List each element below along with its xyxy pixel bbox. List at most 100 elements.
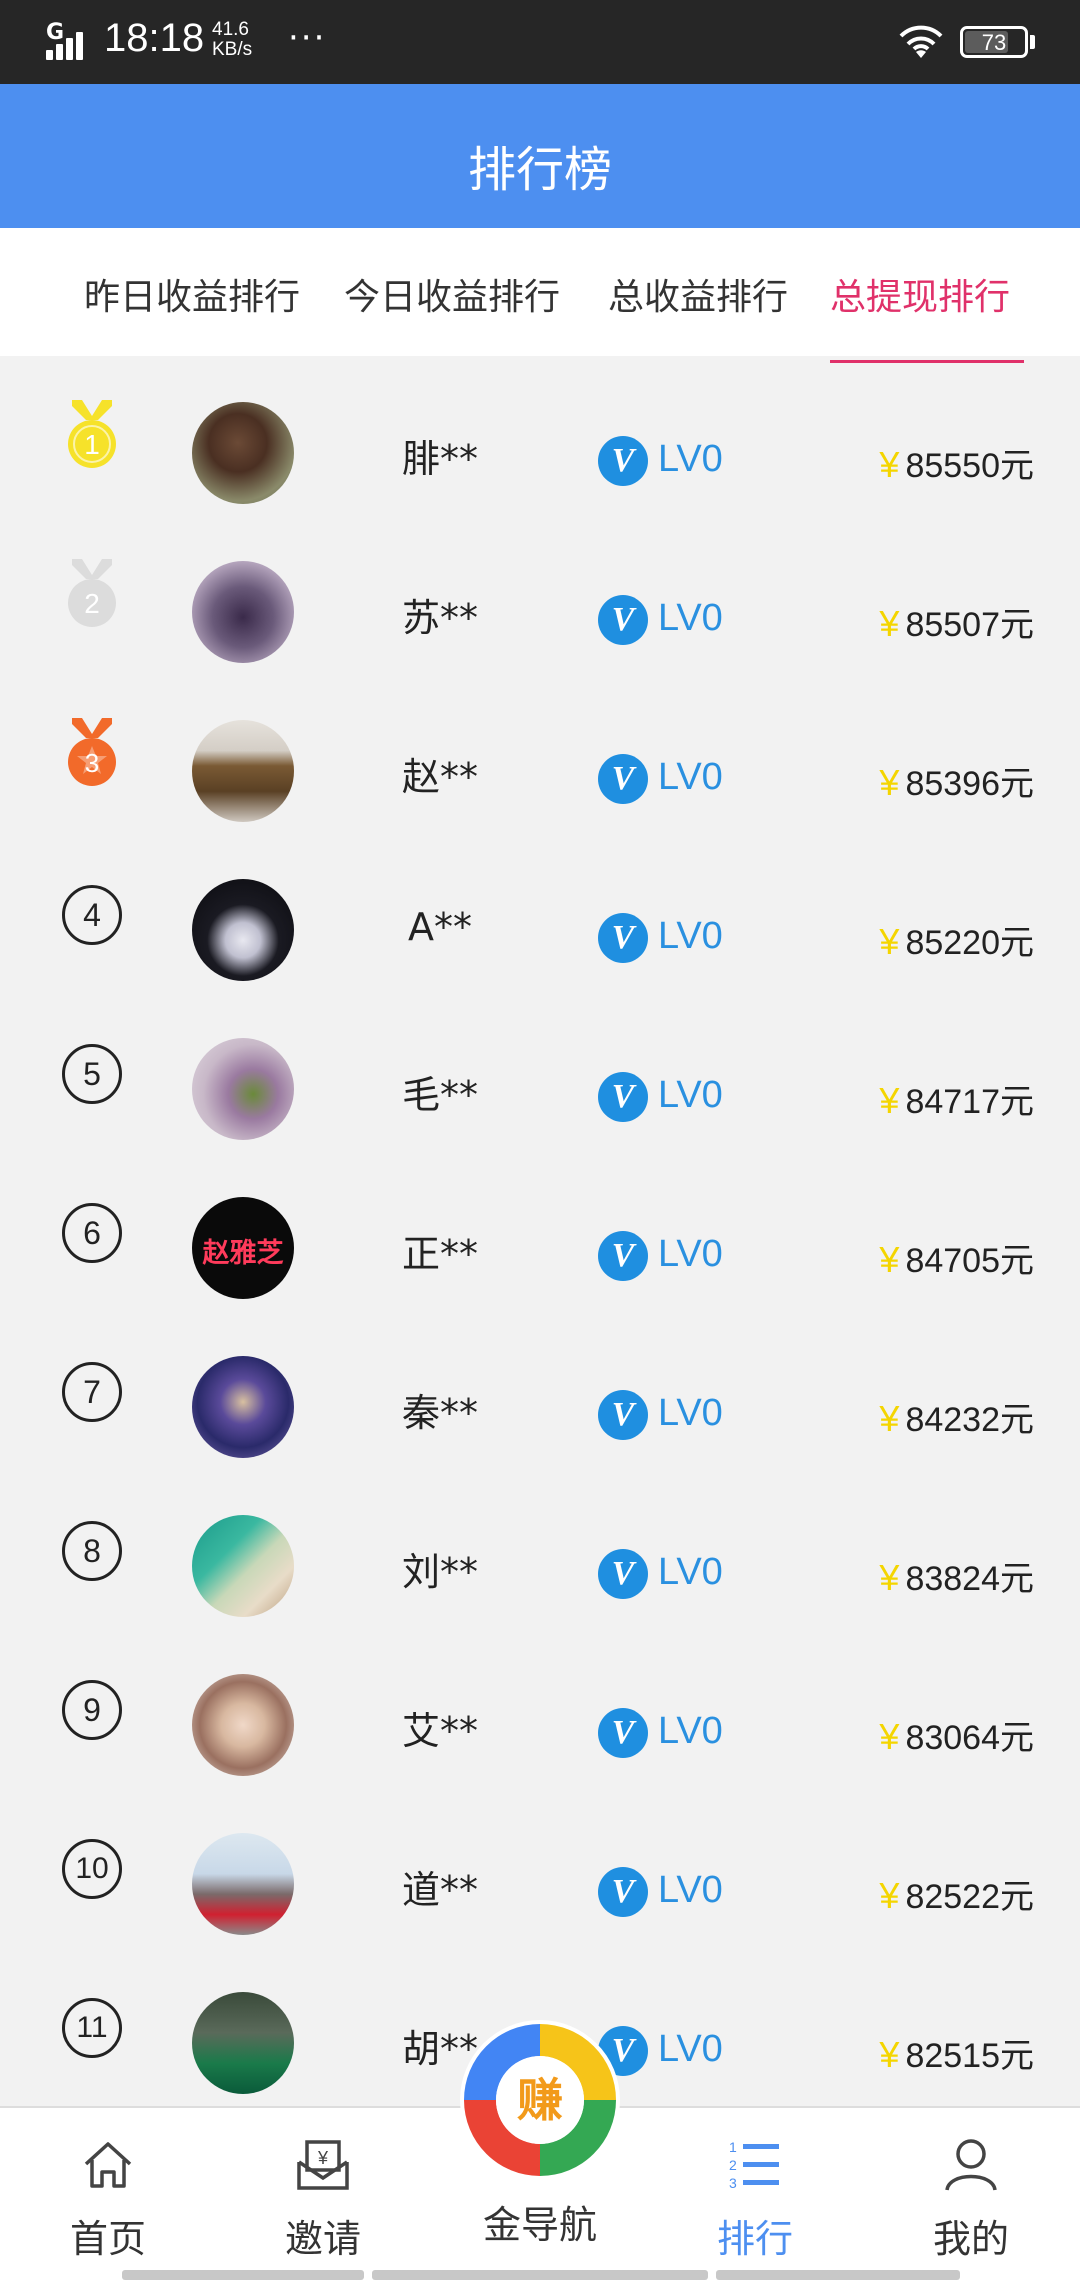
user-name: 秦** xyxy=(401,1391,478,1435)
list-item[interactable]: 4 A** V LV0 ¥85220元 xyxy=(0,835,1080,994)
verified-v-icon: V xyxy=(598,1549,648,1599)
rank-icon: 1 2 3 xyxy=(729,2139,779,2191)
rank-number: 4 xyxy=(62,885,122,945)
profile-icon xyxy=(945,2139,997,2191)
amount-value: 84232元 xyxy=(905,1401,1034,1439)
avatar[interactable] xyxy=(192,1038,294,1140)
invite-icon: ¥ xyxy=(297,2140,349,2190)
list-item[interactable]: 8 刘** V LV0 ¥83824元 xyxy=(0,1471,1080,1630)
avatar[interactable] xyxy=(192,402,294,504)
more-notifications: ··· xyxy=(288,18,327,58)
yen-icon: ¥ xyxy=(879,1716,900,1757)
amount-value: 82522元 xyxy=(905,1878,1034,1916)
amount-value: 85220元 xyxy=(905,924,1034,962)
avatar[interactable]: 赵雅芝 xyxy=(192,1197,294,1299)
user-name: 正** xyxy=(401,1232,478,1276)
verified-v-icon: V xyxy=(598,436,648,486)
rank-number: 7 xyxy=(62,1362,122,1422)
withdrawal-amount: ¥84717元 xyxy=(879,1074,1034,1123)
verified-v-icon: V xyxy=(598,1708,648,1758)
avatar[interactable] xyxy=(192,1674,294,1776)
user-level: LV0 xyxy=(658,1710,723,1752)
gold-medal-icon: 1 xyxy=(68,400,116,468)
tab-yesterday-earnings[interactable]: 昨日收益排行 xyxy=(84,268,300,320)
yen-icon: ¥ xyxy=(879,2034,900,2075)
avatar[interactable] xyxy=(192,1833,294,1935)
network-speed-unit: KB/s xyxy=(212,39,253,60)
nav-mine[interactable]: 我的 xyxy=(896,2108,1046,2280)
avatar[interactable] xyxy=(192,720,294,822)
verified-v-icon: V xyxy=(598,1231,648,1281)
withdrawal-amount: ¥85550元 xyxy=(879,438,1034,487)
list-item[interactable]: 6 赵雅芝 正** V LV0 ¥84705元 xyxy=(0,1153,1080,1312)
yen-icon: ¥ xyxy=(879,762,900,803)
avatar[interactable] xyxy=(192,561,294,663)
user-level: LV0 xyxy=(658,1551,723,1593)
yen-icon: ¥ xyxy=(879,1557,900,1598)
battery-level: 73 xyxy=(981,30,1007,55)
user-level: LV0 xyxy=(658,1392,723,1434)
svg-text:2: 2 xyxy=(84,588,100,619)
amount-value: 83064元 xyxy=(905,1719,1034,1757)
amount-value: 84705元 xyxy=(905,1242,1034,1280)
yen-icon: ¥ xyxy=(879,1080,900,1121)
network-type: G xyxy=(46,20,65,45)
verified-v-icon: V xyxy=(598,1867,648,1917)
list-item[interactable]: 7 秦** V LV0 ¥84232元 xyxy=(0,1312,1080,1471)
yen-icon: ¥ xyxy=(879,603,900,644)
avatar[interactable] xyxy=(192,879,294,981)
tab-today-earnings[interactable]: 今日收益排行 xyxy=(344,268,560,320)
page-title: 排行榜 xyxy=(467,142,612,198)
avatar[interactable] xyxy=(192,1992,294,2094)
rank-number: 10 xyxy=(62,1839,122,1899)
bronze-medal-icon: 3 xyxy=(68,718,116,786)
nav-home[interactable]: 首页 xyxy=(33,2108,183,2280)
list-item[interactable]: 2 苏** V LV0 ¥85507元 xyxy=(0,517,1080,676)
rank-number: 9 xyxy=(62,1680,122,1740)
user-name: A** xyxy=(408,905,472,949)
nav-invite[interactable]: ¥ 邀请 xyxy=(248,2108,398,2280)
nav-mine-label: 我的 xyxy=(932,2217,1009,2261)
user-name: 道** xyxy=(401,1868,478,1912)
list-item[interactable]: 5 毛** V LV0 ¥84717元 xyxy=(0,994,1080,1153)
network-speed: 41.6 KB/s xyxy=(212,20,252,60)
user-name: 苏** xyxy=(401,596,478,640)
gesture-bar xyxy=(372,2270,708,2280)
nav-rank[interactable]: 1 2 3 排行 xyxy=(680,2108,830,2280)
svg-text:3: 3 xyxy=(85,748,99,778)
user-level: LV0 xyxy=(658,2028,723,2070)
earn-button[interactable]: 赚 xyxy=(458,2018,622,2182)
nav-rank-label: 排行 xyxy=(716,2217,793,2261)
verified-v-icon: V xyxy=(598,1390,648,1440)
amount-value: 84717元 xyxy=(905,1083,1034,1121)
rank-number: 6 xyxy=(62,1203,122,1263)
avatar[interactable] xyxy=(192,1515,294,1617)
yen-icon: ¥ xyxy=(879,1398,900,1439)
user-level: LV0 xyxy=(658,915,723,957)
list-item[interactable]: 1 腓** V LV0 ¥85550元 xyxy=(0,358,1080,517)
battery-icon: 73 xyxy=(960,26,1028,58)
user-name: 赵** xyxy=(401,755,478,799)
gesture-bar xyxy=(122,2270,364,2280)
user-level: LV0 xyxy=(658,756,723,798)
svg-text:¥: ¥ xyxy=(317,2148,329,2168)
silver-medal-icon: 2 xyxy=(68,559,116,627)
avatar[interactable] xyxy=(192,1356,294,1458)
svg-text:1: 1 xyxy=(84,429,100,460)
list-item[interactable]: 10 道** V LV0 ¥82522元 xyxy=(0,1789,1080,1948)
tab-total-withdrawal[interactable]: 总提现排行 xyxy=(830,268,1010,320)
verified-v-icon: V xyxy=(598,1072,648,1122)
list-item[interactable]: 9 艾** V LV0 ¥83064元 xyxy=(0,1630,1080,1789)
tab-total-earnings[interactable]: 总收益排行 xyxy=(608,268,788,320)
nav-center-label: 金导航 xyxy=(482,2203,597,2247)
amount-value: 83824元 xyxy=(905,1560,1034,1598)
svg-text:2: 2 xyxy=(729,2157,737,2173)
list-item[interactable]: 3 赵** V LV0 ¥85396元 xyxy=(0,676,1080,835)
network-speed-value: 41.6 xyxy=(212,19,249,40)
verified-v-icon: V xyxy=(598,754,648,804)
earn-icon: 赚 xyxy=(517,2073,563,2127)
user-name: 刘** xyxy=(401,1550,478,1594)
clock: 18:18 xyxy=(104,16,205,60)
svg-text:1: 1 xyxy=(729,2139,737,2155)
home-icon xyxy=(84,2142,132,2188)
